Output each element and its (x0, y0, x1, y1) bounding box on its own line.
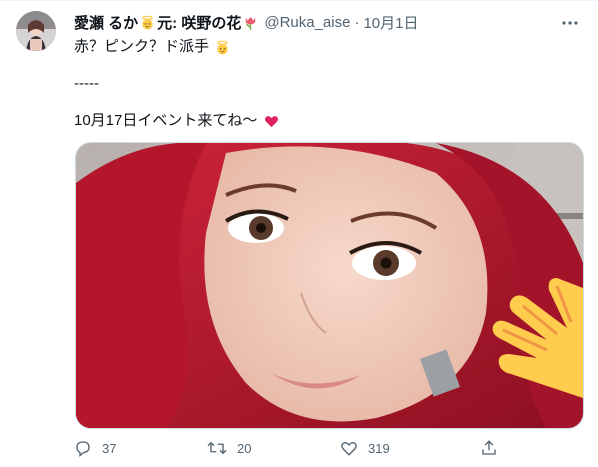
share-button[interactable] (480, 437, 508, 459)
tweet-header: 愛瀬 るか 元: 咲野の花 @Ruka_aise · 10月1日 (74, 11, 582, 33)
tweet-line-2: ----- (74, 75, 99, 92)
tulip-emoji (246, 16, 256, 30)
angel-emoji (142, 15, 153, 30)
retweet-button[interactable]: 20 (207, 437, 251, 459)
share-icon (482, 440, 496, 455)
more-icon[interactable] (560, 13, 580, 33)
tweet-timestamp[interactable]: 10月1日 (363, 12, 418, 33)
tweet-line-3: 10月17日イベント来てね〜 (74, 111, 574, 131)
retweet-icon (207, 441, 227, 455)
separator-dot: · (354, 13, 360, 31)
angel-emoji (217, 40, 228, 55)
reply-icon (76, 441, 90, 457)
tweet-line-1: 赤？ピンク？ド派手 (74, 37, 574, 57)
tweet-card[interactable]: 愛瀬 るか 元: 咲野の花 @Ruka_aise · 10月1日 赤？ピンク？ド… (0, 0, 598, 467)
retweet-count: 20 (237, 440, 252, 456)
tweet-text: 赤？ピンク？ド派手 ----- 10月17日イベント来てね〜 (74, 37, 574, 131)
tweet-photo[interactable] (75, 142, 584, 429)
author-name-part2: 元: 咲野の花 (157, 14, 242, 32)
tweet-line-1-text: 赤？ピンク？ド派手 (74, 38, 210, 55)
author-name[interactable]: 愛瀬 るか 元: 咲野の花 (74, 12, 260, 33)
like-count: 319 (368, 440, 390, 456)
reply-count: 37 (102, 440, 117, 456)
reply-button[interactable]: 37 (74, 437, 116, 459)
like-button[interactable]: 319 (340, 437, 390, 459)
action-bar: 37 20 319 (74, 437, 574, 459)
avatar-image (16, 11, 56, 51)
avatar[interactable] (16, 11, 56, 51)
like-icon (341, 441, 357, 456)
waving-hand-emoji (492, 278, 583, 398)
heart-emoji (264, 115, 278, 127)
author-name-part1: 愛瀬 るか (74, 14, 139, 32)
tweet-line-3-text: 10月17日イベント来てね〜 (74, 112, 258, 129)
author-handle[interactable]: @Ruka_aise (264, 14, 350, 31)
